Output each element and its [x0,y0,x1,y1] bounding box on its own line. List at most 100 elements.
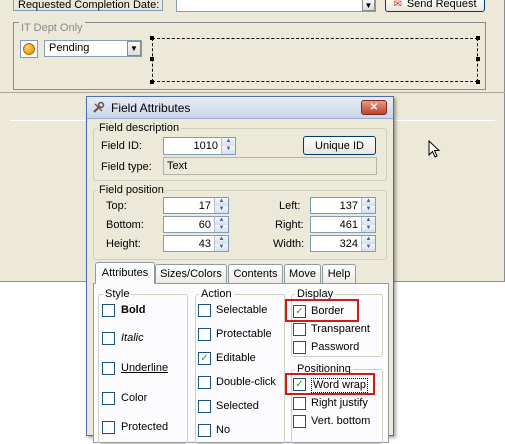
resize-handle[interactable] [150,36,154,40]
bold-label: Bold [121,304,146,316]
spin-down-icon[interactable]: ▼ [362,205,375,213]
right-justify-label: Right justify [311,397,368,409]
resize-handle[interactable] [476,80,480,84]
resize-handle[interactable] [476,36,480,40]
top-spinner[interactable]: 17 ▲ ▼ [163,197,229,214]
selectable-label: Selectable [216,304,268,316]
border-label: Border [311,305,345,317]
left-label: Left: [279,200,301,212]
tab-move[interactable]: Move [284,264,321,283]
spin-down-icon[interactable]: ▼ [362,224,375,232]
status-dot-icon [23,43,35,55]
check-icon: ✓ [200,352,209,364]
tools-icon [92,101,105,114]
transparent-checkbox[interactable] [293,323,306,336]
send-request-button[interactable]: ✉ Send Request [385,0,485,12]
vert-bottom-label: Vert. bottom [311,415,371,427]
field-position-legend: Field position [97,184,166,196]
transparent-label: Transparent [311,323,370,335]
spin-up-icon[interactable]: ▲ [215,236,228,244]
underline-label: Underline [121,362,169,374]
field-type-display: Text [163,157,377,175]
tab-help[interactable]: Help [322,264,356,283]
selected-checkbox[interactable] [198,400,211,413]
spin-down-icon[interactable]: ▼ [215,224,228,232]
left-value: 137 [339,199,358,212]
height-spinner[interactable]: 43 ▲ ▼ [163,235,229,252]
close-icon: ✕ [369,102,379,113]
requested-completion-label: Requested Completion Date: [13,0,163,11]
unique-id-button[interactable]: Unique ID [303,136,376,155]
dialog-titlebar[interactable]: Field Attributes ✕ [87,97,393,119]
requested-date-combo[interactable]: ▼ [176,0,376,12]
chevron-down-icon[interactable]: ▼ [127,41,141,56]
protectable-label: Protectable [216,328,272,340]
right-justify-checkbox[interactable] [293,397,306,410]
tab-contents[interactable]: Contents [228,264,283,283]
spin-up-icon[interactable]: ▲ [215,198,228,206]
send-request-label: Send Request [406,0,477,10]
chevron-down-icon[interactable]: ▼ [362,0,375,11]
spin-down-icon[interactable]: ▼ [215,243,228,251]
style-legend: Style [103,288,132,300]
action-legend: Action [199,288,234,300]
spin-down-icon[interactable]: ▼ [215,205,228,213]
protected-label: Protected [121,421,169,433]
form-divider [0,92,505,93]
color-checkbox[interactable] [102,392,115,405]
width-value: 324 [339,237,358,250]
field-id-spinner[interactable]: 1010 ▲ ▼ [163,137,236,155]
password-checkbox[interactable] [293,341,306,354]
height-value: 43 [198,237,211,250]
left-spinner[interactable]: 137 ▲ ▼ [310,197,376,214]
spin-up-icon[interactable]: ▲ [362,236,375,244]
double-click-checkbox[interactable] [198,376,211,389]
spin-up-icon[interactable]: ▲ [222,138,235,146]
no-label: No [216,424,231,436]
double-click-label: Double-click [216,376,276,388]
italic-checkbox[interactable] [102,332,115,345]
selected-text-field[interactable] [152,38,478,82]
editable-checkbox[interactable]: ✓ [198,352,211,365]
spin-down-icon[interactable]: ▼ [362,243,375,251]
envelope-icon: ✉ [393,0,402,10]
color-label: Color [121,392,148,404]
it-dept-label: IT Dept Only [19,22,85,34]
spin-down-icon[interactable]: ▼ [222,146,235,154]
check-icon: ✓ [295,378,304,390]
selectable-checkbox[interactable] [198,304,211,317]
vert-bottom-checkbox[interactable] [293,415,306,428]
height-label: Height: [106,238,141,250]
dialog-title: Field Attributes [111,101,191,115]
border-checkbox[interactable]: ✓ [293,305,306,318]
no-checkbox[interactable] [198,424,211,437]
width-label: Width: [273,238,305,250]
spin-up-icon[interactable]: ▲ [362,217,375,225]
field-attributes-dialog: Field Attributes ✕ Field description Fie… [86,96,394,444]
status-light [20,40,38,58]
bottom-label: Bottom: [106,219,144,231]
tab-sizes-colors[interactable]: Sizes/Colors [155,264,227,283]
close-button[interactable]: ✕ [361,100,387,115]
underline-checkbox[interactable] [102,362,115,375]
spin-up-icon[interactable]: ▲ [215,217,228,225]
mouse-cursor-icon [428,140,441,158]
bottom-spinner[interactable]: 60 ▲ ▼ [163,216,229,233]
protectable-checkbox[interactable] [198,328,211,341]
italic-label: Italic [121,332,144,344]
resize-handle[interactable] [476,57,480,61]
bold-checkbox[interactable] [102,304,115,317]
resize-handle[interactable] [150,57,154,61]
word-wrap-checkbox[interactable]: ✓ [293,378,306,391]
status-value: Pending [49,42,90,54]
top-value: 17 [198,199,211,212]
tab-attributes[interactable]: Attributes [95,262,155,284]
resize-handle[interactable] [150,80,154,84]
status-dropdown[interactable]: Pending ▼ [44,40,142,57]
field-type-value: Text [167,160,188,172]
width-spinner[interactable]: 324 ▲ ▼ [310,235,376,252]
protected-checkbox[interactable] [102,421,115,434]
spin-up-icon[interactable]: ▲ [362,198,375,206]
top-label: Top: [106,200,127,212]
right-spinner[interactable]: 461 ▲ ▼ [310,216,376,233]
